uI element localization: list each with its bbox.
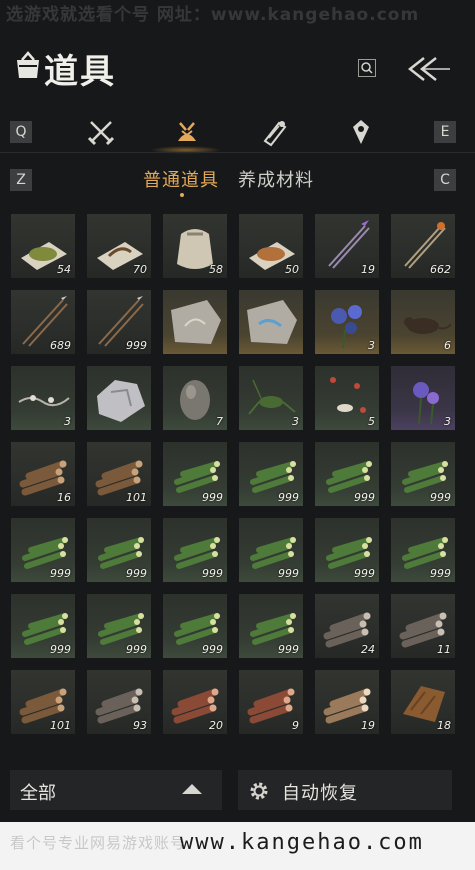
item-slot[interactable]: 662 — [391, 214, 455, 278]
item-slot[interactable]: 999 — [11, 518, 75, 582]
item-quantity: 999 — [50, 643, 71, 656]
item-slot[interactable]: 999 — [239, 518, 303, 582]
item-slot[interactable]: 5 — [315, 366, 379, 430]
caret-up-icon — [182, 784, 202, 794]
item-quantity: 11 — [437, 643, 451, 656]
item-quantity: 689 — [50, 339, 71, 352]
item-slot[interactable]: 999 — [315, 518, 379, 582]
item-slot[interactable]: 93 — [87, 670, 151, 734]
item-slot[interactable]: 19 — [315, 670, 379, 734]
item-slot[interactable]: 999 — [239, 442, 303, 506]
item-slot[interactable]: 3 — [11, 366, 75, 430]
item-slot[interactable] — [87, 366, 151, 430]
item-quantity: 999 — [278, 643, 299, 656]
item-quantity: 16 — [57, 491, 71, 504]
item-quantity: 999 — [354, 567, 375, 580]
item-quantity: 9 — [292, 719, 299, 732]
filter-label: 全部 — [20, 783, 56, 804]
item-slot[interactable] — [239, 290, 303, 354]
item-quantity: 5 — [368, 415, 375, 428]
item-slot[interactable]: 101 — [87, 442, 151, 506]
auto-recover-button[interactable]: 自动恢复 — [238, 770, 452, 810]
item-quantity: 999 — [202, 567, 223, 580]
item-quantity: 999 — [50, 567, 71, 580]
item-slot[interactable]: 999 — [11, 594, 75, 658]
item-quantity: 54 — [57, 263, 71, 276]
item-quantity: 19 — [361, 719, 375, 732]
item-slot[interactable]: 20 — [163, 670, 227, 734]
item-slot[interactable]: 16 — [11, 442, 75, 506]
item-slot[interactable]: 3 — [391, 366, 455, 430]
item-quantity: 7 — [216, 415, 223, 428]
item-slot[interactable]: 999 — [391, 442, 455, 506]
footer-text: 看个号专业网易游戏账号 — [10, 834, 187, 852]
item-slot[interactable]: 3 — [239, 366, 303, 430]
item-slot[interactable]: 50 — [239, 214, 303, 278]
item-slot[interactable]: 689 — [11, 290, 75, 354]
item-slot[interactable]: 54 — [11, 214, 75, 278]
item-quantity: 999 — [430, 567, 451, 580]
item-quantity: 6 — [444, 339, 451, 352]
item-slot[interactable]: 999 — [87, 594, 151, 658]
footer-url: www.kangehao.com — [180, 830, 424, 855]
item-quantity: 20 — [209, 719, 223, 732]
item-slot[interactable]: 11 — [391, 594, 455, 658]
gear-icon — [248, 780, 270, 802]
item-quantity: 999 — [278, 491, 299, 504]
item-quantity: 3 — [368, 339, 375, 352]
item-slot[interactable]: 9 — [239, 670, 303, 734]
item-slot[interactable]: 999 — [391, 518, 455, 582]
item-slot[interactable]: 999 — [163, 594, 227, 658]
item-quantity: 999 — [126, 643, 147, 656]
item-quantity: 662 — [430, 263, 451, 276]
item-quantity: 58 — [209, 263, 223, 276]
item-slot[interactable]: 70 — [87, 214, 151, 278]
item-quantity: 3 — [444, 415, 451, 428]
item-grid: 54 70 58 50 19 662 689 999 3 6 3 7 3 5 3 16 101 999 999 999… — [0, 0, 475, 760]
item-slot[interactable]: 6 — [391, 290, 455, 354]
item-slot[interactable]: 7 — [163, 366, 227, 430]
item-quantity: 999 — [354, 491, 375, 504]
item-slot[interactable]: 999 — [163, 518, 227, 582]
filter-dropdown[interactable]: 全部 — [10, 770, 222, 810]
item-quantity: 93 — [133, 719, 147, 732]
item-quantity: 3 — [292, 415, 299, 428]
item-slot[interactable]: 999 — [239, 594, 303, 658]
item-slot[interactable]: 999 — [315, 442, 379, 506]
item-quantity: 18 — [437, 719, 451, 732]
item-slot[interactable]: 999 — [87, 518, 151, 582]
item-slot[interactable]: 58 — [163, 214, 227, 278]
item-quantity: 3 — [64, 415, 71, 428]
item-quantity: 999 — [430, 491, 451, 504]
item-slot[interactable] — [163, 290, 227, 354]
item-quantity: 101 — [126, 491, 147, 504]
item-slot[interactable]: 3 — [315, 290, 379, 354]
item-quantity: 999 — [202, 491, 223, 504]
item-quantity: 999 — [278, 567, 299, 580]
bottom-bar: 全部 自动恢复 — [0, 768, 475, 814]
footer-watermark: 看个号专业网易游戏账号 www.kangehao.com — [0, 822, 475, 870]
item-slot[interactable]: 18 — [391, 670, 455, 734]
item-quantity: 999 — [126, 339, 147, 352]
item-slot[interactable]: 19 — [315, 214, 379, 278]
item-slot[interactable]: 999 — [163, 442, 227, 506]
item-slot[interactable]: 101 — [11, 670, 75, 734]
auto-recover-label: 自动恢复 — [282, 783, 358, 804]
item-quantity: 24 — [361, 643, 375, 656]
item-quantity: 999 — [202, 643, 223, 656]
item-quantity: 101 — [50, 719, 71, 732]
item-slot[interactable]: 999 — [87, 290, 151, 354]
item-slot[interactable]: 24 — [315, 594, 379, 658]
item-quantity: 50 — [285, 263, 299, 276]
item-quantity: 999 — [126, 567, 147, 580]
item-quantity: 19 — [361, 263, 375, 276]
item-quantity: 70 — [133, 263, 147, 276]
